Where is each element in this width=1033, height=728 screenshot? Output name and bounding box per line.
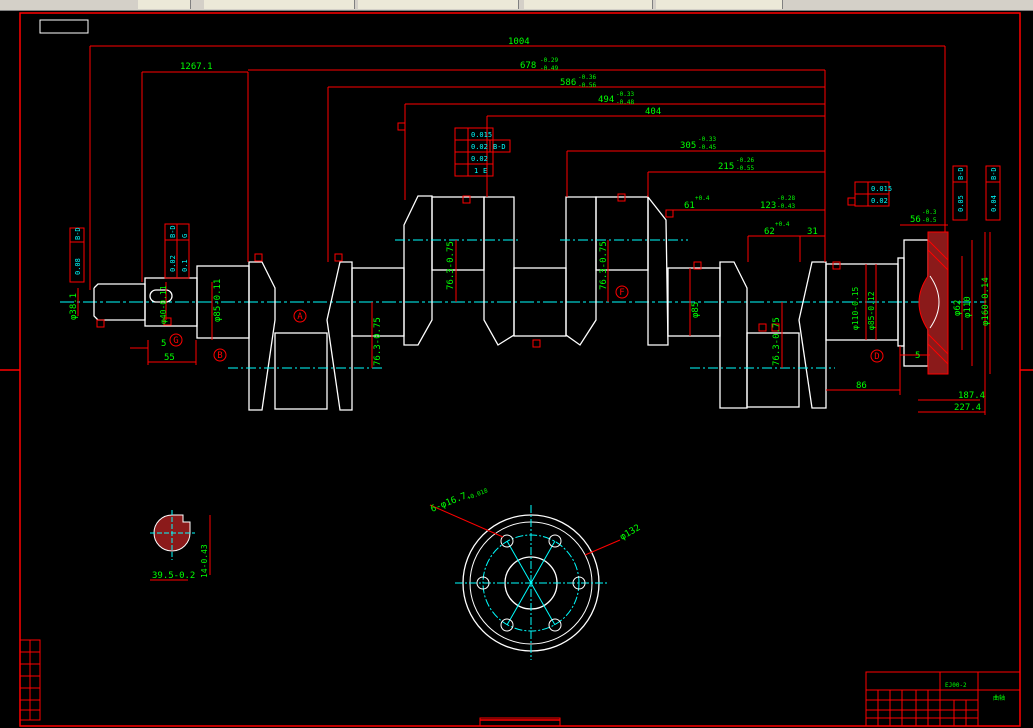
- datum-d: D: [874, 352, 879, 362]
- dim-31: 31: [807, 227, 818, 237]
- dim-holes-tol: +0.018: [466, 487, 489, 502]
- dim-r76-2: 76.3-0.75: [599, 241, 609, 290]
- gdt-r1-v: 0.05: [957, 195, 965, 212]
- dim-61: 61: [684, 201, 695, 211]
- cad-drawing-canvas[interactable]: 1004 1267.1 678 -0.29 -0.49 586 -0.36 -0…: [0, 10, 1033, 728]
- dim-123-tol-up: -0.28: [777, 195, 795, 202]
- gdt-shaft-sym2-v: 0.1: [181, 259, 189, 272]
- dim-phi85b: φ85: [691, 302, 701, 318]
- gdt-mid-pos: 1: [474, 167, 478, 175]
- datum-f: F: [619, 288, 624, 298]
- gdt-mid-pos-datum: E: [483, 167, 487, 175]
- dim-phi85c: φ85-0.12: [867, 291, 876, 330]
- toolbar-tab-5[interactable]: [656, 0, 783, 9]
- dim-215-tol-lo: -0.55: [736, 165, 754, 172]
- dim-678: 678: [520, 61, 536, 71]
- gdt-shaft-sym-v: 0.02: [169, 255, 177, 272]
- gdt-r2-v: 0.04: [990, 195, 998, 212]
- gdt-shaft-sym2-d: G: [181, 234, 189, 238]
- dim-r76-1: 76.3-0.75: [446, 241, 456, 290]
- dim-56-tol-up: -0.3: [922, 209, 937, 216]
- dim-5-right: 5: [915, 351, 920, 361]
- dim-586-tol-up: -0.36: [578, 74, 596, 81]
- title-part-name: 曲轴: [993, 694, 1005, 702]
- datum-b: B: [217, 351, 222, 361]
- dim-305-tol-up: -0.33: [698, 136, 716, 143]
- dim-phi110a: φ110-0.15: [851, 286, 860, 330]
- gdt-shaft-sym-d: B-D: [169, 225, 177, 238]
- dim-586: 586: [560, 78, 576, 88]
- dim-phi38: φ38.1: [69, 293, 79, 320]
- gdt-mid-par: 0.02: [471, 155, 488, 163]
- revision-side-table: [19, 639, 41, 721]
- dim-86: 86: [856, 381, 867, 391]
- dim-phi110b: φ110: [963, 296, 973, 318]
- dim-215-tol-up: -0.26: [736, 157, 754, 164]
- datum-a: A: [297, 312, 303, 322]
- dimension-lines: [77, 45, 991, 415]
- dim-305-tol-lo: -0.45: [698, 144, 716, 151]
- toolbar-tab-3[interactable]: [358, 0, 519, 9]
- pin-centerlines: [228, 239, 835, 369]
- dim-pcd: φ132: [619, 523, 643, 543]
- dim-215: 215: [718, 162, 734, 172]
- drawing-frame: [0, 12, 1033, 727]
- dim-5-left: 5: [161, 339, 166, 349]
- dim-123: 123: [760, 201, 776, 211]
- dim-55: 55: [164, 353, 175, 363]
- dimension-texts: 1004 1267.1 678 -0.29 -0.49 586 -0.36 -0…: [69, 37, 991, 413]
- dim-phi85a: φ85-0.11: [213, 279, 223, 322]
- flange-end-view: 6-φ16.7 +0.018 φ132: [429, 487, 642, 660]
- dim-586-tol-lo: -0.56: [578, 82, 596, 89]
- flange-section-hatch: [918, 231, 949, 375]
- dim-227: 227.4: [954, 403, 981, 413]
- dim-494: 494: [598, 95, 614, 105]
- dim-overall: 1004: [508, 37, 530, 47]
- toolbar-tab-2[interactable]: [204, 0, 355, 9]
- gdt-left-run-datum: B-D: [74, 227, 82, 240]
- dim-494-tol-lo: -0.48: [616, 99, 634, 106]
- dim-678-tol-lo: -0.49: [540, 65, 558, 72]
- gdt-right-cyl: 0.02: [871, 197, 888, 205]
- gdt-frames: 0.08 B-D 0.02 0.1 B-D G 0.015 0.02 B-D 0…: [69, 127, 1001, 283]
- dim-123-tol-lo: -0.43: [777, 203, 795, 210]
- keyway-section-view: 39.5-0.2 14-0.43: [150, 510, 211, 581]
- gdt-r2-d: B-D: [990, 167, 998, 180]
- dim-305: 305: [680, 141, 696, 151]
- dim-holes: 6-φ16.7: [429, 491, 468, 514]
- toolbar-tab-1[interactable]: [138, 0, 191, 9]
- dim-62-tol: +0.4: [775, 221, 790, 228]
- dim-61-tol: +0.4: [695, 195, 710, 202]
- dim-56-tol-lo: -0.5: [922, 217, 937, 224]
- gdt-mid-circ: 0.015: [471, 131, 492, 139]
- datum-g: G: [173, 336, 178, 346]
- title-drawing-no: EJ00-2: [945, 682, 967, 689]
- gdt-mid-cyl: 0.02: [471, 143, 488, 151]
- dim-key-depth: 14-0.43: [200, 544, 209, 578]
- dim-1267: 1267.1: [180, 62, 213, 72]
- dim-404: 404: [645, 107, 661, 117]
- gdt-right-circ: 0.015: [871, 185, 892, 193]
- dim-494-tol-up: -0.33: [616, 91, 634, 98]
- gdt-r1-d: B-D: [957, 167, 965, 180]
- dim-56: 56: [910, 215, 921, 225]
- gdt-left-run: 0.08: [74, 258, 82, 275]
- dim-r76-4: 76.3-0.75: [772, 317, 782, 366]
- dim-62: 62: [764, 227, 775, 237]
- title-block: EJ00-2 曲轴: [865, 671, 1021, 727]
- dim-phi62: φ62: [953, 300, 963, 316]
- dim-key-width: 39.5-0.2: [152, 571, 195, 581]
- gdt-mid-cyl-datum: B-D: [493, 143, 506, 151]
- dim-r76-3: 76.3-0.75: [373, 317, 383, 366]
- dim-187: 187.4: [958, 391, 985, 401]
- dim-678-tol-up: -0.29: [540, 57, 558, 64]
- dim-phi160: φ160-0.14: [981, 277, 991, 326]
- toolbar-tab-4[interactable]: [524, 0, 653, 9]
- dim-phi40: φ40-0.11: [159, 285, 168, 324]
